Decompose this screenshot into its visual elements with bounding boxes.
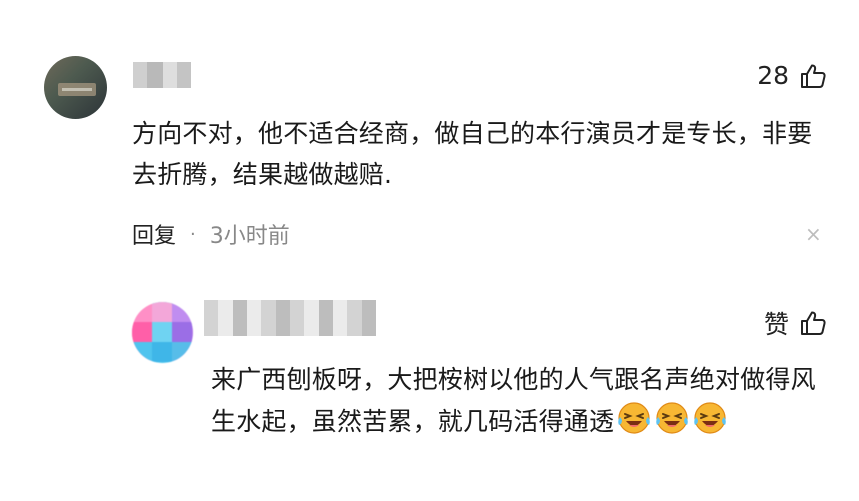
avatar-photo-detail	[58, 83, 96, 96]
thumb-up-icon	[801, 311, 826, 335]
comment-meta: 回复 · 3小时前	[132, 218, 290, 250]
avatar-mosaic-cell	[132, 302, 152, 322]
avatar-mosaic-cell	[152, 322, 172, 342]
reply-like-button[interactable]: 赞	[764, 305, 827, 341]
comment-timestamp: 3小时前	[209, 224, 290, 249]
avatar-mosaic-cell	[172, 342, 192, 362]
laughing-crying-emoji	[656, 402, 689, 434]
comment-text: 方向不对，他不适合经商，做自己的本行演员才是专长，非要去折腾，结果越做越赔.	[132, 119, 813, 189]
commenter-avatar[interactable]	[44, 56, 107, 119]
avatar-mosaic-cell	[172, 302, 192, 322]
reply-author-name-redacted[interactable]	[204, 300, 376, 336]
reply-text-block: 来广西刨板呀，大把桉树以他的人气跟名声绝对做得风生水起，虽然苦累，就几码活得通透	[211, 359, 836, 442]
reply-button[interactable]: 回复	[132, 218, 176, 250]
avatar-mosaic-cell	[152, 302, 172, 322]
close-icon[interactable]: ×	[805, 224, 822, 244]
reply-like-label: 赞	[763, 310, 789, 339]
avatar-mosaic-cell	[172, 322, 192, 342]
thumb-up-icon	[801, 64, 826, 88]
commenter-name-redacted[interactable]	[133, 62, 191, 88]
like-button[interactable]: 28	[757, 61, 827, 90]
reply-author-avatar[interactable]	[132, 302, 193, 363]
avatar-mosaic-cell	[132, 342, 152, 362]
avatar-mosaic-cell	[132, 322, 152, 342]
avatar-mosaic-cell	[152, 342, 172, 362]
meta-separator: ·	[190, 223, 196, 245]
like-count: 28	[757, 61, 789, 90]
laughing-crying-emoji	[694, 402, 727, 434]
laughing-crying-emoji	[618, 402, 651, 434]
